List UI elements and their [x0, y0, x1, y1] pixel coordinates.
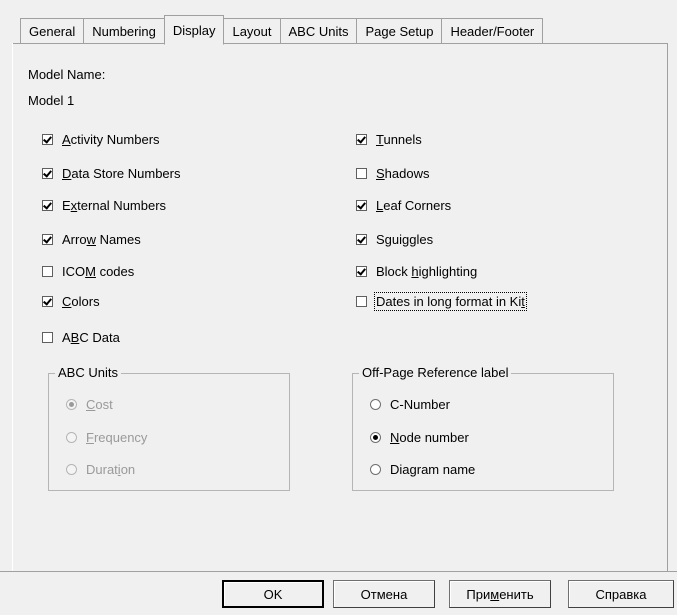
- tunnels-checkbox[interactable]: Tunnels: [356, 132, 422, 147]
- activity-numbers-checkbox[interactable]: Activity Numbers: [42, 132, 160, 147]
- tab-general[interactable]: General: [20, 18, 85, 44]
- frequency-radio[interactable]: Frequency: [66, 430, 147, 445]
- radio-mark: [370, 399, 381, 410]
- checkbox-label: External Numbers: [62, 198, 167, 213]
- radio-label: Cost: [86, 397, 113, 412]
- cancel-button[interactable]: Отмена: [333, 580, 435, 608]
- checkbox-mark: [42, 168, 53, 179]
- apply-button[interactable]: Применить: [449, 580, 551, 608]
- checkbox-label: ICOM codes: [62, 264, 135, 279]
- tab-layout[interactable]: Layout: [223, 18, 281, 44]
- radio-mark: [370, 464, 381, 475]
- checkbox-label: Tunnels: [376, 132, 422, 147]
- checkbox-mark: [42, 234, 53, 245]
- abc-units-legend: ABC Units: [55, 365, 121, 380]
- tab-header-footer[interactable]: Header/Footer: [441, 18, 544, 44]
- checkbox-label: Block highlighting: [376, 264, 478, 279]
- checkbox-mark: [356, 168, 367, 179]
- checkbox-mark: [42, 134, 53, 145]
- offpage-reference-legend: Off-Page Reference label: [359, 365, 512, 380]
- external-numbers-checkbox[interactable]: External Numbers: [42, 198, 166, 213]
- radio-label: Frequency: [86, 430, 148, 445]
- tab-strip: General Numbering Display Layout ABC Uni…: [20, 14, 544, 45]
- squiggles-checkbox[interactable]: Sguiggles: [356, 232, 433, 247]
- radio-mark: [66, 464, 77, 475]
- radio-label: C-Number: [390, 397, 450, 412]
- duration-radio[interactable]: Duration: [66, 462, 135, 477]
- abc-data-checkbox[interactable]: ABC Data: [42, 330, 120, 345]
- checkbox-label: Dates in long format in Kit: [374, 292, 527, 311]
- checkbox-mark: [356, 134, 367, 145]
- data-store-numbers-checkbox[interactable]: Data Store Numbers: [42, 166, 181, 181]
- radio-label: Diagram name: [390, 462, 476, 477]
- tab-abc-units[interactable]: ABC Units: [279, 18, 358, 44]
- tab-numbering[interactable]: Numbering: [83, 18, 165, 44]
- ok-button[interactable]: OK: [222, 580, 324, 608]
- checkbox-label: Colors: [62, 294, 100, 309]
- arrow-names-checkbox[interactable]: Arrow Names: [42, 232, 141, 247]
- radio-mark: [370, 432, 381, 443]
- c-number-radio[interactable]: C-Number: [370, 397, 450, 412]
- checkbox-mark: [42, 296, 53, 307]
- tab-panel: [13, 43, 668, 571]
- checkbox-mark: [42, 266, 53, 277]
- shadows-checkbox[interactable]: Shadows: [356, 166, 429, 181]
- checkbox-mark: [42, 200, 53, 211]
- help-button[interactable]: Справка: [568, 580, 674, 608]
- leaf-corners-checkbox[interactable]: Leaf Corners: [356, 198, 451, 213]
- checkbox-mark: [42, 332, 53, 343]
- radio-label: Duration: [86, 462, 136, 477]
- node-number-radio[interactable]: Node number: [370, 430, 469, 445]
- tab-page-setup[interactable]: Page Setup: [356, 18, 443, 44]
- checkbox-label: Activity Numbers: [62, 132, 160, 147]
- checkbox-mark: [356, 266, 367, 277]
- bottom-separator: [0, 571, 677, 572]
- checkbox-label: Leaf Corners: [376, 198, 452, 213]
- icom-codes-checkbox[interactable]: ICOM codes: [42, 264, 134, 279]
- model-name-value: Model 1: [28, 93, 75, 108]
- radio-label: Node number: [390, 430, 469, 445]
- checkbox-mark: [356, 234, 367, 245]
- checkbox-mark: [356, 296, 367, 307]
- colors-checkbox[interactable]: Colors: [42, 294, 100, 309]
- apply-button-label: Применить: [466, 586, 534, 602]
- model-name-label: Model Name:: [28, 67, 106, 82]
- radio-mark: [66, 399, 77, 410]
- dates-long-format-checkbox[interactable]: Dates in long format in Kit: [356, 292, 527, 311]
- checkbox-label: Data Store Numbers: [62, 166, 181, 181]
- properties-dialog: General Numbering Display Layout ABC Uni…: [0, 0, 677, 615]
- radio-mark: [66, 432, 77, 443]
- checkbox-label: ABC Data: [62, 330, 120, 345]
- checkbox-label: Sguiggles: [376, 232, 434, 247]
- block-highlighting-checkbox[interactable]: Block highlighting: [356, 264, 477, 279]
- checkbox-mark: [356, 200, 367, 211]
- cost-radio[interactable]: Cost: [66, 397, 113, 412]
- panel-edge: [12, 43, 13, 571]
- tab-display[interactable]: Display: [163, 15, 225, 45]
- diagram-name-radio[interactable]: Diagram name: [370, 462, 475, 477]
- checkbox-label: Shadows: [376, 166, 430, 181]
- checkbox-label: Arrow Names: [62, 232, 141, 247]
